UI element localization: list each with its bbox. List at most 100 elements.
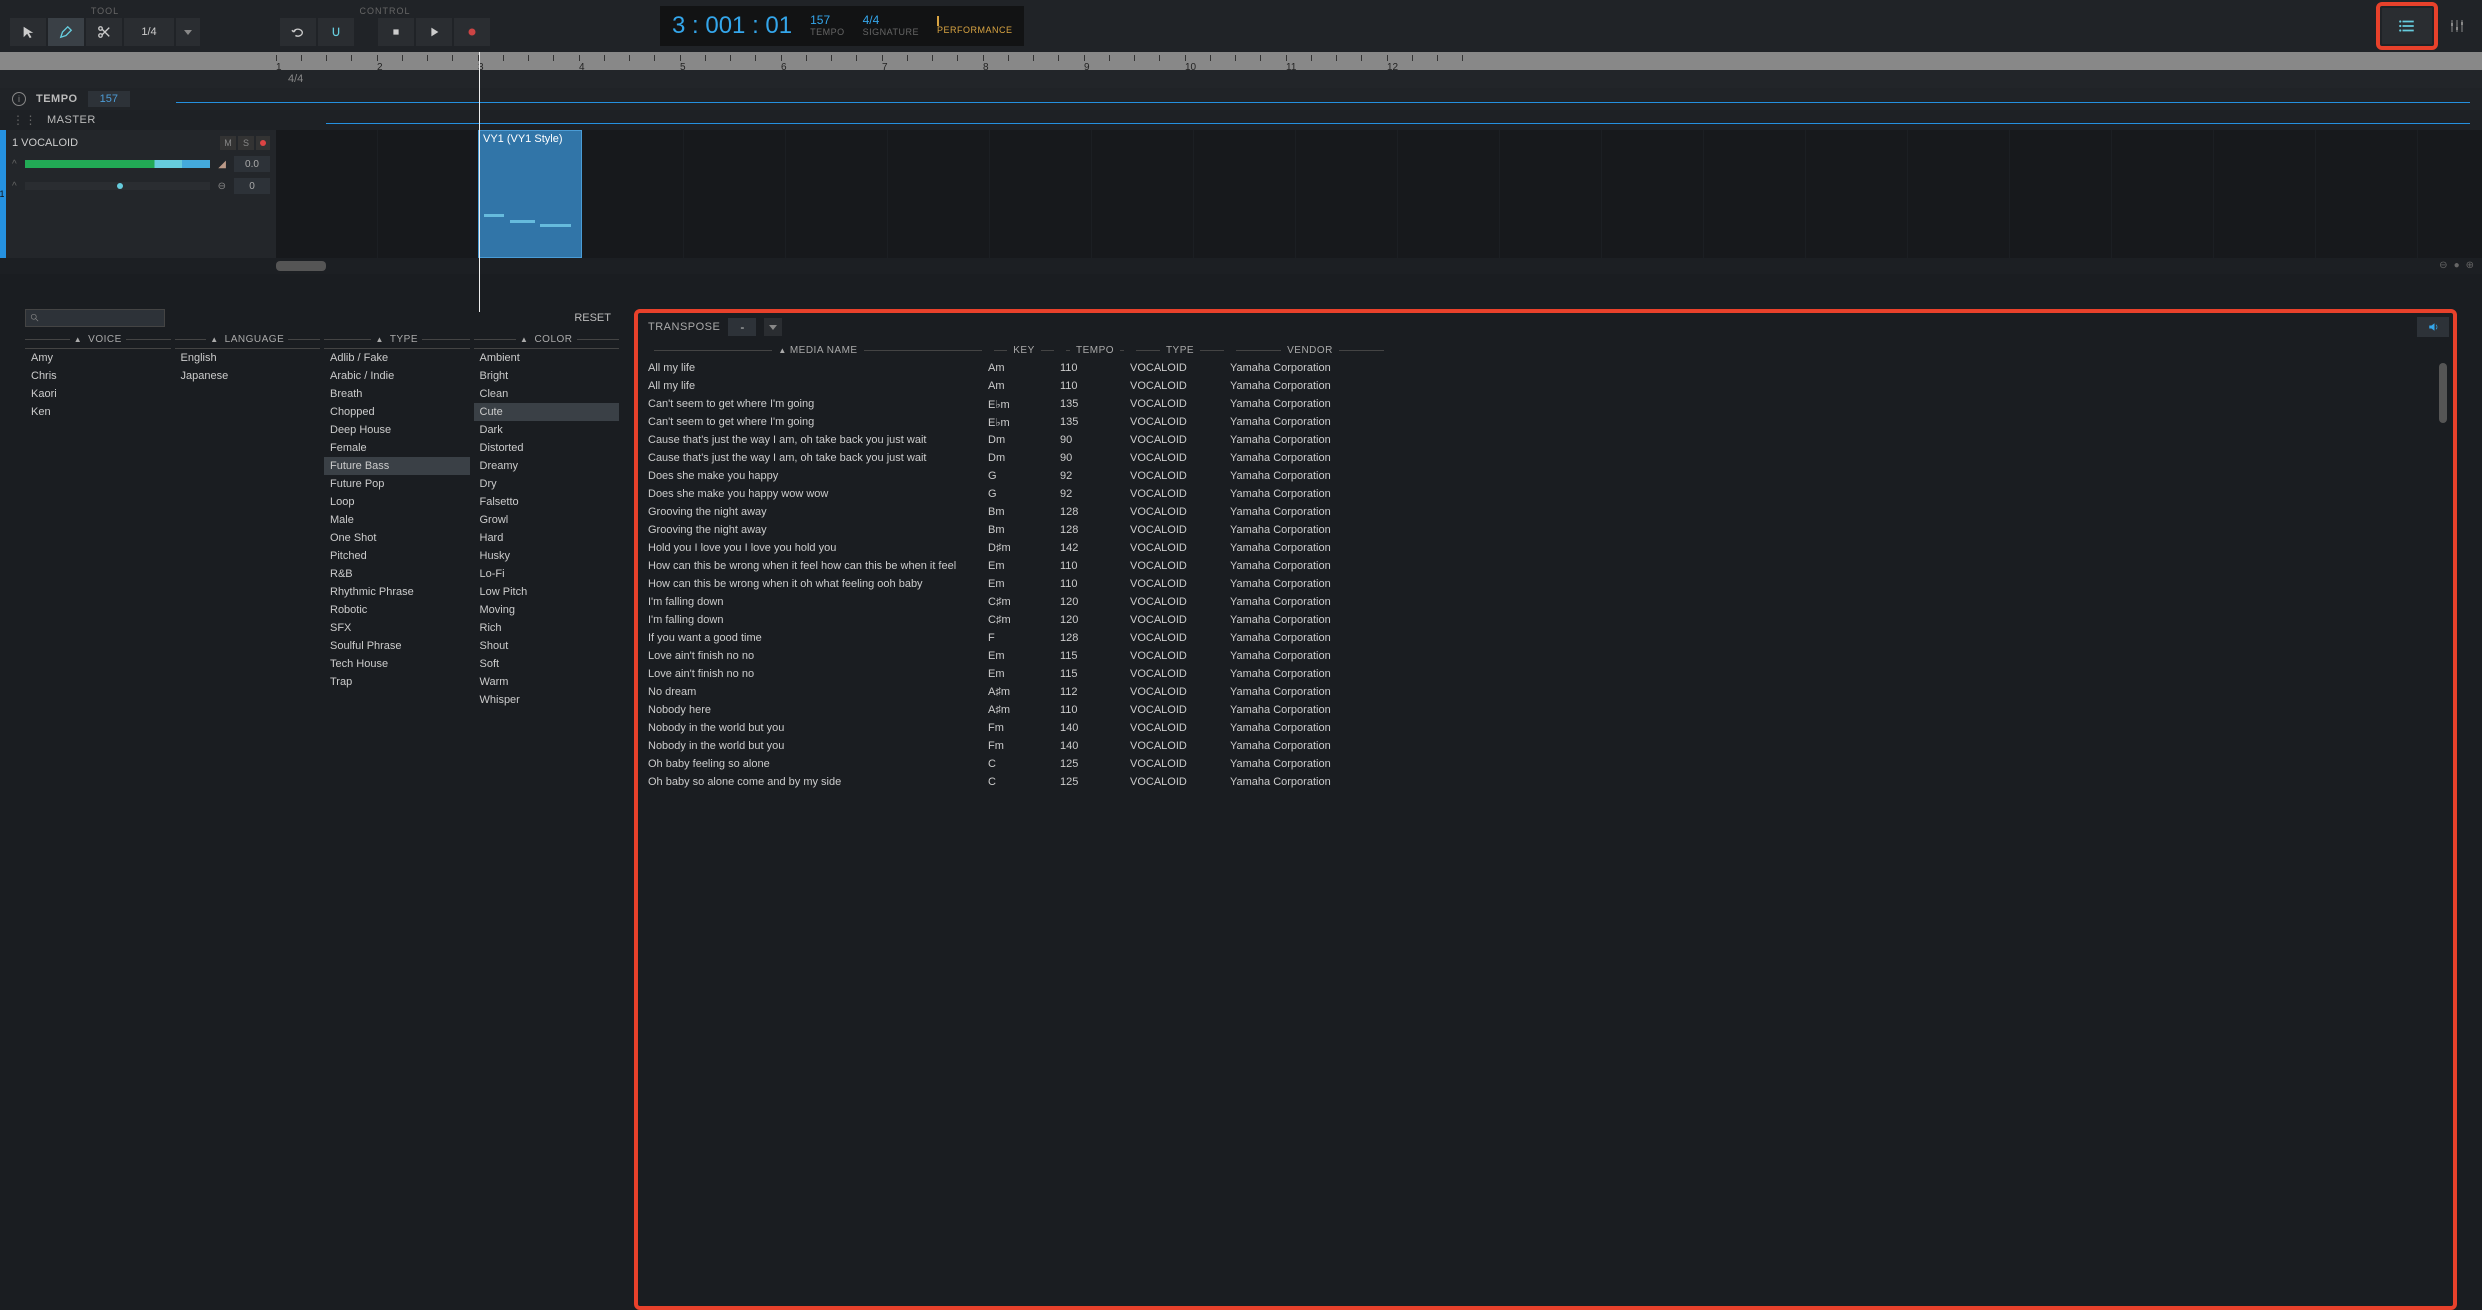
filter-item[interactable]: Lo-Fi [474,565,620,583]
filter-item[interactable]: Female [324,439,470,457]
media-row[interactable]: How can this be wrong when it oh what fe… [642,575,2449,593]
filter-item[interactable]: Dark [474,421,620,439]
filter-item[interactable]: R&B [324,565,470,583]
filter-item[interactable]: Low Pitch [474,583,620,601]
filter-item[interactable]: Japanese [175,367,321,385]
reset-button[interactable]: RESET [566,310,619,326]
record-arm-button[interactable] [256,136,270,150]
pan-value[interactable]: 0 [234,178,270,194]
transpose-value[interactable]: - [728,318,756,336]
media-row[interactable]: Cause that's just the way I am, oh take … [642,449,2449,467]
filter-item[interactable]: Ambient [474,349,620,367]
stop-button[interactable] [378,18,414,46]
filter-item[interactable]: Rhythmic Phrase [324,583,470,601]
filter-item[interactable]: Trap [324,673,470,691]
pan-slider[interactable] [25,182,210,190]
filter-item[interactable]: Deep House [324,421,470,439]
quantize-dropdown[interactable] [176,18,200,46]
quantize-value[interactable]: 1/4 [124,18,174,46]
filter-item[interactable]: Male [324,511,470,529]
filter-item[interactable]: Adlib / Fake [324,349,470,367]
signature-track[interactable]: 4/4 [0,70,2482,88]
filter-item[interactable]: Warm [474,673,620,691]
filter-item[interactable]: Loop [324,493,470,511]
volume-value[interactable]: 0.0 [234,156,270,172]
media-row[interactable]: How can this be wrong when it feel how c… [642,557,2449,575]
media-row[interactable]: All my lifeAm110VOCALOIDYamaha Corporati… [642,377,2449,395]
snap-button[interactable] [318,18,354,46]
pencil-tool-button[interactable] [48,18,84,46]
filter-item[interactable]: Breath [324,385,470,403]
tempo-track[interactable]: i TEMPO 157 [0,88,2482,110]
filter-item[interactable]: Kaori [25,385,171,403]
filter-item[interactable]: Hard [474,529,620,547]
zoom-in-icon[interactable]: ⊕ [2466,260,2474,271]
filter-item[interactable]: English [175,349,321,367]
zoom-slider-icon[interactable]: ● [2454,260,2460,271]
filter-item[interactable]: Cute [474,403,620,421]
solo-button[interactable]: S [238,136,254,150]
filter-item[interactable]: Arabic / Indie [324,367,470,385]
time-position[interactable]: 3 : 001 : 01 [672,12,792,40]
arrow-tool-button[interactable] [10,18,46,46]
track-panel[interactable]: 1 VOCALOID M S ^ ◢ 0.0 ^ ⊖ 0 [6,130,276,258]
media-row[interactable]: All my lifeAm110VOCALOIDYamaha Corporati… [642,359,2449,377]
media-row[interactable]: Oh baby so alone come and by my sideC125… [642,773,2449,791]
mute-button[interactable]: M [220,136,236,150]
scissors-tool-button[interactable] [86,18,122,46]
filter-item[interactable]: Future Bass [324,457,470,475]
expand-pan-icon[interactable]: ^ [12,181,17,192]
media-row[interactable]: Does she make you happy wow wowG92VOCALO… [642,485,2449,503]
media-row[interactable]: If you want a good timeF128VOCALOIDYamah… [642,629,2449,647]
media-row[interactable]: Can't seem to get where I'm goingE♭m135V… [642,395,2449,413]
filter-item[interactable]: Growl [474,511,620,529]
filter-item[interactable]: Bright [474,367,620,385]
filter-item[interactable]: Soft [474,655,620,673]
media-row[interactable]: Love ain't finish no noEm115VOCALOIDYama… [642,665,2449,683]
tempo-value[interactable]: 157 [810,14,830,27]
media-row[interactable]: Nobody in the world but youFm140VOCALOID… [642,737,2449,755]
filter-item[interactable]: Dreamy [474,457,620,475]
media-row[interactable]: Oh baby feeling so aloneC125VOCALOIDYama… [642,755,2449,773]
audio-clip[interactable]: VY1 (VY1 Style) [478,130,582,258]
media-row[interactable]: Hold you I love you I love you hold youD… [642,539,2449,557]
track-lane[interactable]: VY1 (VY1 Style) [276,130,2482,258]
filter-item[interactable]: Chopped [324,403,470,421]
filter-item[interactable]: Tech House [324,655,470,673]
play-button[interactable] [416,18,452,46]
filter-item[interactable]: Amy [25,349,171,367]
tempo-track-value[interactable]: 157 [88,91,130,107]
record-button[interactable] [454,18,490,46]
filter-item[interactable]: Husky [474,547,620,565]
media-row[interactable]: Nobody in the world but youFm140VOCALOID… [642,719,2449,737]
filter-item[interactable]: Dry [474,475,620,493]
timeline-ruler[interactable]: 123456789101112 [0,52,2482,70]
filter-item[interactable]: Soulful Phrase [324,637,470,655]
media-row[interactable]: Grooving the night awayBm128VOCALOIDYama… [642,503,2449,521]
media-row[interactable]: Cause that's just the way I am, oh take … [642,431,2449,449]
filter-item[interactable]: Distorted [474,439,620,457]
playhead[interactable] [479,52,480,312]
media-list[interactable]: All my lifeAm110VOCALOIDYamaha Corporati… [642,359,2449,791]
media-row[interactable]: Grooving the night awayBm128VOCALOIDYama… [642,521,2449,539]
search-input[interactable] [25,309,165,327]
filter-item[interactable]: Falsetto [474,493,620,511]
scroll-thumb[interactable] [276,261,326,271]
loop-button[interactable] [280,18,316,46]
filter-item[interactable]: Pitched [324,547,470,565]
filter-item[interactable]: Whisper [474,691,620,709]
library-list-button[interactable] [2382,8,2432,44]
filter-item[interactable]: Future Pop [324,475,470,493]
media-row[interactable]: Nobody hereA♯m110VOCALOIDYamaha Corporat… [642,701,2449,719]
zoom-out-icon[interactable]: ⊖ [2439,260,2447,271]
filter-item[interactable]: Ken [25,403,171,421]
media-row[interactable]: Does she make you happyG92VOCALOIDYamaha… [642,467,2449,485]
preview-audio-button[interactable] [2417,317,2449,337]
mixer-button[interactable] [2442,8,2472,44]
filter-item[interactable]: Chris [25,367,171,385]
track-name[interactable]: 1 VOCALOID [12,137,78,149]
media-row[interactable]: I'm falling downC♯m120VOCALOIDYamaha Cor… [642,611,2449,629]
media-row[interactable]: Can't seem to get where I'm goingE♭m135V… [642,413,2449,431]
master-track[interactable]: ⋮⋮ MASTER [0,110,2482,130]
volume-meter[interactable] [25,160,211,168]
